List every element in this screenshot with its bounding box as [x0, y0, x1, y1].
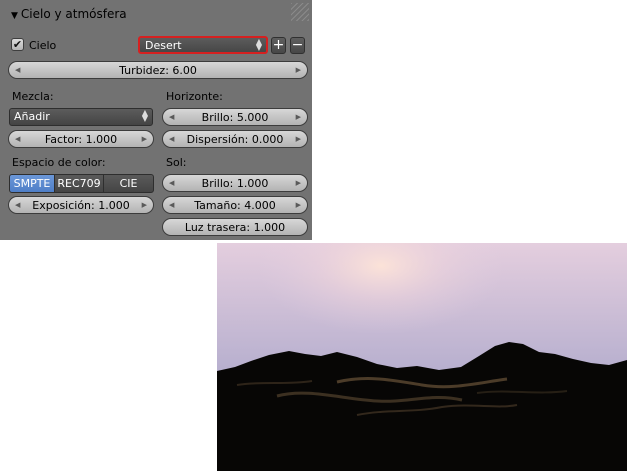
horizon-label: Horizonte:: [166, 90, 223, 103]
sun-label: Sol:: [166, 156, 187, 169]
preset-value: Desert: [145, 39, 182, 52]
back-light-field[interactable]: Luz trasera: 1.000: [162, 218, 308, 236]
decrement-arrow-icon[interactable]: ◀: [15, 201, 20, 209]
factor-slider[interactable]: ◀ Factor: 1.000 ▶: [8, 130, 154, 148]
increment-arrow-icon[interactable]: ▶: [296, 66, 301, 74]
sky-checkbox-label: Cielo: [29, 39, 57, 52]
increment-arrow-icon[interactable]: ▶: [142, 201, 147, 209]
horizon-brightness-slider[interactable]: ◀ Brillo: 5.000 ▶: [162, 108, 308, 126]
factor-value: Factor: 1.000: [44, 132, 118, 146]
remove-preset-button[interactable]: −: [290, 37, 305, 54]
mix-mode-select[interactable]: Añadir ▲ ▼: [9, 108, 153, 126]
decrement-arrow-icon[interactable]: ◀: [169, 179, 174, 187]
decrement-arrow-icon[interactable]: ◀: [169, 135, 174, 143]
decrement-arrow-icon[interactable]: ◀: [169, 201, 174, 209]
mix-label: Mezcla:: [12, 90, 54, 103]
color-space-rec709[interactable]: REC709: [54, 174, 104, 193]
sun-brightness-slider[interactable]: ◀ Brillo: 1.000 ▶: [162, 174, 308, 192]
decrement-arrow-icon[interactable]: ◀: [15, 135, 20, 143]
increment-arrow-icon[interactable]: ▶: [296, 113, 301, 121]
turbidity-slider[interactable]: ◀ Turbidez: 6.00 ▶: [8, 61, 308, 79]
collapse-triangle-icon[interactable]: ▼: [11, 11, 18, 21]
color-space-cie[interactable]: CIE: [103, 174, 154, 193]
sun-size-value: Tamaño: 4.000: [194, 198, 276, 212]
sun-size-slider[interactable]: ◀ Tamaño: 4.000 ▶: [162, 196, 308, 214]
exposure-slider[interactable]: ◀ Exposición: 1.000 ▶: [8, 196, 154, 214]
horizon-spread-value: Dispersión: 0.000: [186, 132, 284, 146]
preset-select[interactable]: Desert ▲ ▼: [138, 36, 268, 54]
color-space-label: Espacio de color:: [12, 156, 106, 169]
check-icon: ✔: [12, 38, 23, 51]
turbidity-value: Turbidez: 6.00: [119, 63, 197, 77]
increment-arrow-icon[interactable]: ▶: [296, 179, 301, 187]
increment-arrow-icon[interactable]: ▶: [142, 135, 147, 143]
back-light-value: Luz trasera: 1.000: [184, 220, 286, 234]
desert-landscape-image: [217, 243, 627, 471]
panel-drag-grip-icon[interactable]: [291, 3, 309, 21]
up-down-arrows-icon: ▲ ▼: [255, 37, 262, 52]
sun-brightness-value: Brillo: 1.000: [201, 176, 269, 190]
increment-arrow-icon[interactable]: ▶: [296, 201, 301, 209]
mix-mode-value: Añadir: [14, 110, 50, 123]
panel-title: Cielo y atmósfera: [20, 7, 127, 21]
sky-checkbox[interactable]: ✔: [11, 38, 24, 51]
up-down-arrows-icon: ▲ ▼: [141, 108, 148, 123]
panel-header[interactable]: ▼ Cielo y atmósfera: [11, 7, 127, 21]
exposure-value: Exposición: 1.000: [32, 198, 130, 212]
color-space-smpte[interactable]: SMPTE: [9, 174, 55, 193]
horizon-spread-slider[interactable]: ◀ Dispersión: 0.000 ▶: [162, 130, 308, 148]
horizon-brightness-value: Brillo: 5.000: [201, 110, 269, 124]
decrement-arrow-icon[interactable]: ◀: [169, 113, 174, 121]
increment-arrow-icon[interactable]: ▶: [296, 135, 301, 143]
sky-render-preview: [217, 243, 627, 471]
decrement-arrow-icon[interactable]: ◀: [15, 66, 20, 74]
sky-atmosphere-panel: ▼ Cielo y atmósfera ✔ Cielo Desert ▲ ▼ + −…: [0, 0, 312, 240]
add-preset-button[interactable]: +: [271, 37, 286, 54]
